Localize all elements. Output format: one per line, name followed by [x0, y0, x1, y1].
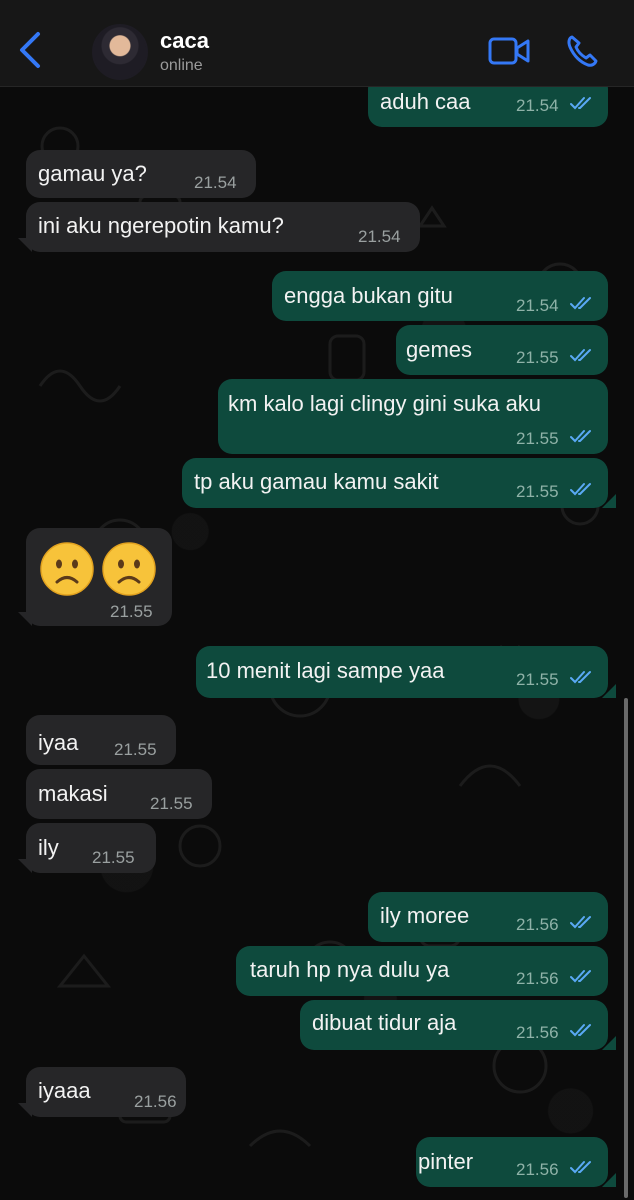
message-timestamp: 21.54: [194, 173, 237, 192]
contact-status: online: [160, 57, 203, 74]
chat-header: caca online: [0, 0, 634, 87]
bubble-tail: [602, 1036, 616, 1050]
outgoing-message-bubble[interactable]: pinter 21.56: [416, 1137, 616, 1187]
bubble-tail: [18, 238, 32, 252]
outgoing-message-bubble[interactable]: tp aku gamau kamu sakit 21.55: [182, 458, 616, 508]
read-ticks-icon: [570, 671, 591, 684]
message-text: dibuat tidur aja: [312, 1010, 457, 1035]
read-ticks-icon: [570, 349, 591, 362]
read-ticks-icon: [570, 916, 591, 929]
scrollbar[interactable]: [624, 698, 628, 1198]
outgoing-message-bubble[interactable]: 10 menit lagi sampe yaa 21.55: [196, 646, 616, 698]
bubble-tail: [18, 859, 32, 873]
read-ticks-icon: [570, 483, 591, 496]
contact-name[interactable]: caca: [160, 28, 209, 54]
message-timestamp: 21.55: [92, 848, 135, 867]
message-timestamp: 21.54: [358, 227, 401, 246]
message-text: ily moree: [380, 903, 470, 928]
message-timestamp: 21.55: [516, 429, 559, 448]
message-text: km kalo lagi clingy gini suka aku: [228, 391, 542, 416]
bubble-tail: [602, 1173, 616, 1187]
bubble-tail: [18, 1103, 32, 1117]
frowning-face-emoji-icon: [102, 542, 156, 596]
read-ticks-icon: [570, 1024, 591, 1037]
phone-call-icon[interactable]: [566, 34, 598, 68]
message-timestamp: 21.55: [516, 482, 559, 501]
message-timestamp: 21.56: [516, 1023, 559, 1042]
message-timestamp: 21.55: [516, 348, 559, 367]
message-text: tp aku gamau kamu sakit: [194, 469, 439, 494]
incoming-message-bubble[interactable]: gamau ya? 21.54: [26, 150, 256, 198]
incoming-message-bubble[interactable]: ☹️ ☹️21.55: [18, 528, 172, 626]
message-text: pinter: [418, 1149, 474, 1174]
message-text: taruh hp nya dulu ya: [250, 957, 450, 982]
message-timestamp: 21.54: [516, 96, 559, 115]
read-ticks-icon: [570, 297, 591, 310]
message-text: gamau ya?: [38, 161, 147, 186]
read-ticks-icon: [570, 1161, 591, 1174]
message-timestamp: 21.55: [110, 602, 153, 621]
message-timestamp: 21.56: [134, 1092, 177, 1111]
message-text: iyaaa: [38, 1078, 91, 1103]
contact-avatar[interactable]: [92, 24, 148, 80]
incoming-message-bubble[interactable]: makasi 21.55: [26, 769, 212, 819]
outgoing-message-bubble[interactable]: dibuat tidur aja 21.56: [300, 1000, 616, 1050]
frowning-face-emoji-icon: [40, 542, 94, 596]
bubble-tail: [18, 612, 32, 626]
outgoing-message-bubble[interactable]: engga bukan gitu 21.54: [272, 271, 608, 321]
read-ticks-icon: [570, 97, 591, 110]
message-text: ily: [38, 835, 59, 860]
outgoing-message-bubble[interactable]: ily moree 21.56: [368, 892, 608, 942]
incoming-message-bubble[interactable]: iyaaa 21.56: [18, 1067, 186, 1117]
incoming-message-bubble[interactable]: ily 21.55: [18, 823, 156, 873]
outgoing-message-bubble[interactable]: km kalo lagi clingy gini suka aku 21.55: [218, 379, 608, 454]
message-timestamp: 21.55: [114, 740, 157, 759]
read-ticks-icon: [570, 970, 591, 983]
message-text: iyaa: [38, 730, 79, 755]
message-text: makasi: [38, 781, 108, 806]
message-text: aduh caa: [380, 89, 471, 114]
message-text: ini aku ngerepotin kamu?: [38, 213, 284, 238]
message-timestamp: 21.56: [516, 915, 559, 934]
video-call-icon[interactable]: [488, 36, 530, 66]
read-ticks-icon: [570, 430, 591, 443]
message-text: gemes: [406, 337, 473, 362]
incoming-message-bubble[interactable]: iyaa 21.55: [26, 715, 176, 765]
message-text: 10 menit lagi sampe yaa: [206, 658, 445, 683]
back-chevron-icon[interactable]: [14, 30, 46, 70]
message-timestamp: 21.56: [516, 1160, 559, 1179]
message-timestamp: 21.55: [516, 670, 559, 689]
outgoing-message-bubble[interactable]: gemes 21.55: [396, 325, 608, 375]
bubble-tail: [602, 684, 616, 698]
message-timestamp: 21.54: [516, 296, 559, 315]
message-timestamp: 21.55: [150, 794, 193, 813]
message-timestamp: 21.56: [516, 969, 559, 988]
message-text: engga bukan gitu: [284, 283, 453, 308]
outgoing-message-bubble[interactable]: taruh hp nya dulu ya 21.56: [236, 946, 608, 996]
incoming-message-bubble[interactable]: ini aku ngerepotin kamu? 21.54: [18, 202, 420, 252]
bubble-tail: [602, 494, 616, 508]
